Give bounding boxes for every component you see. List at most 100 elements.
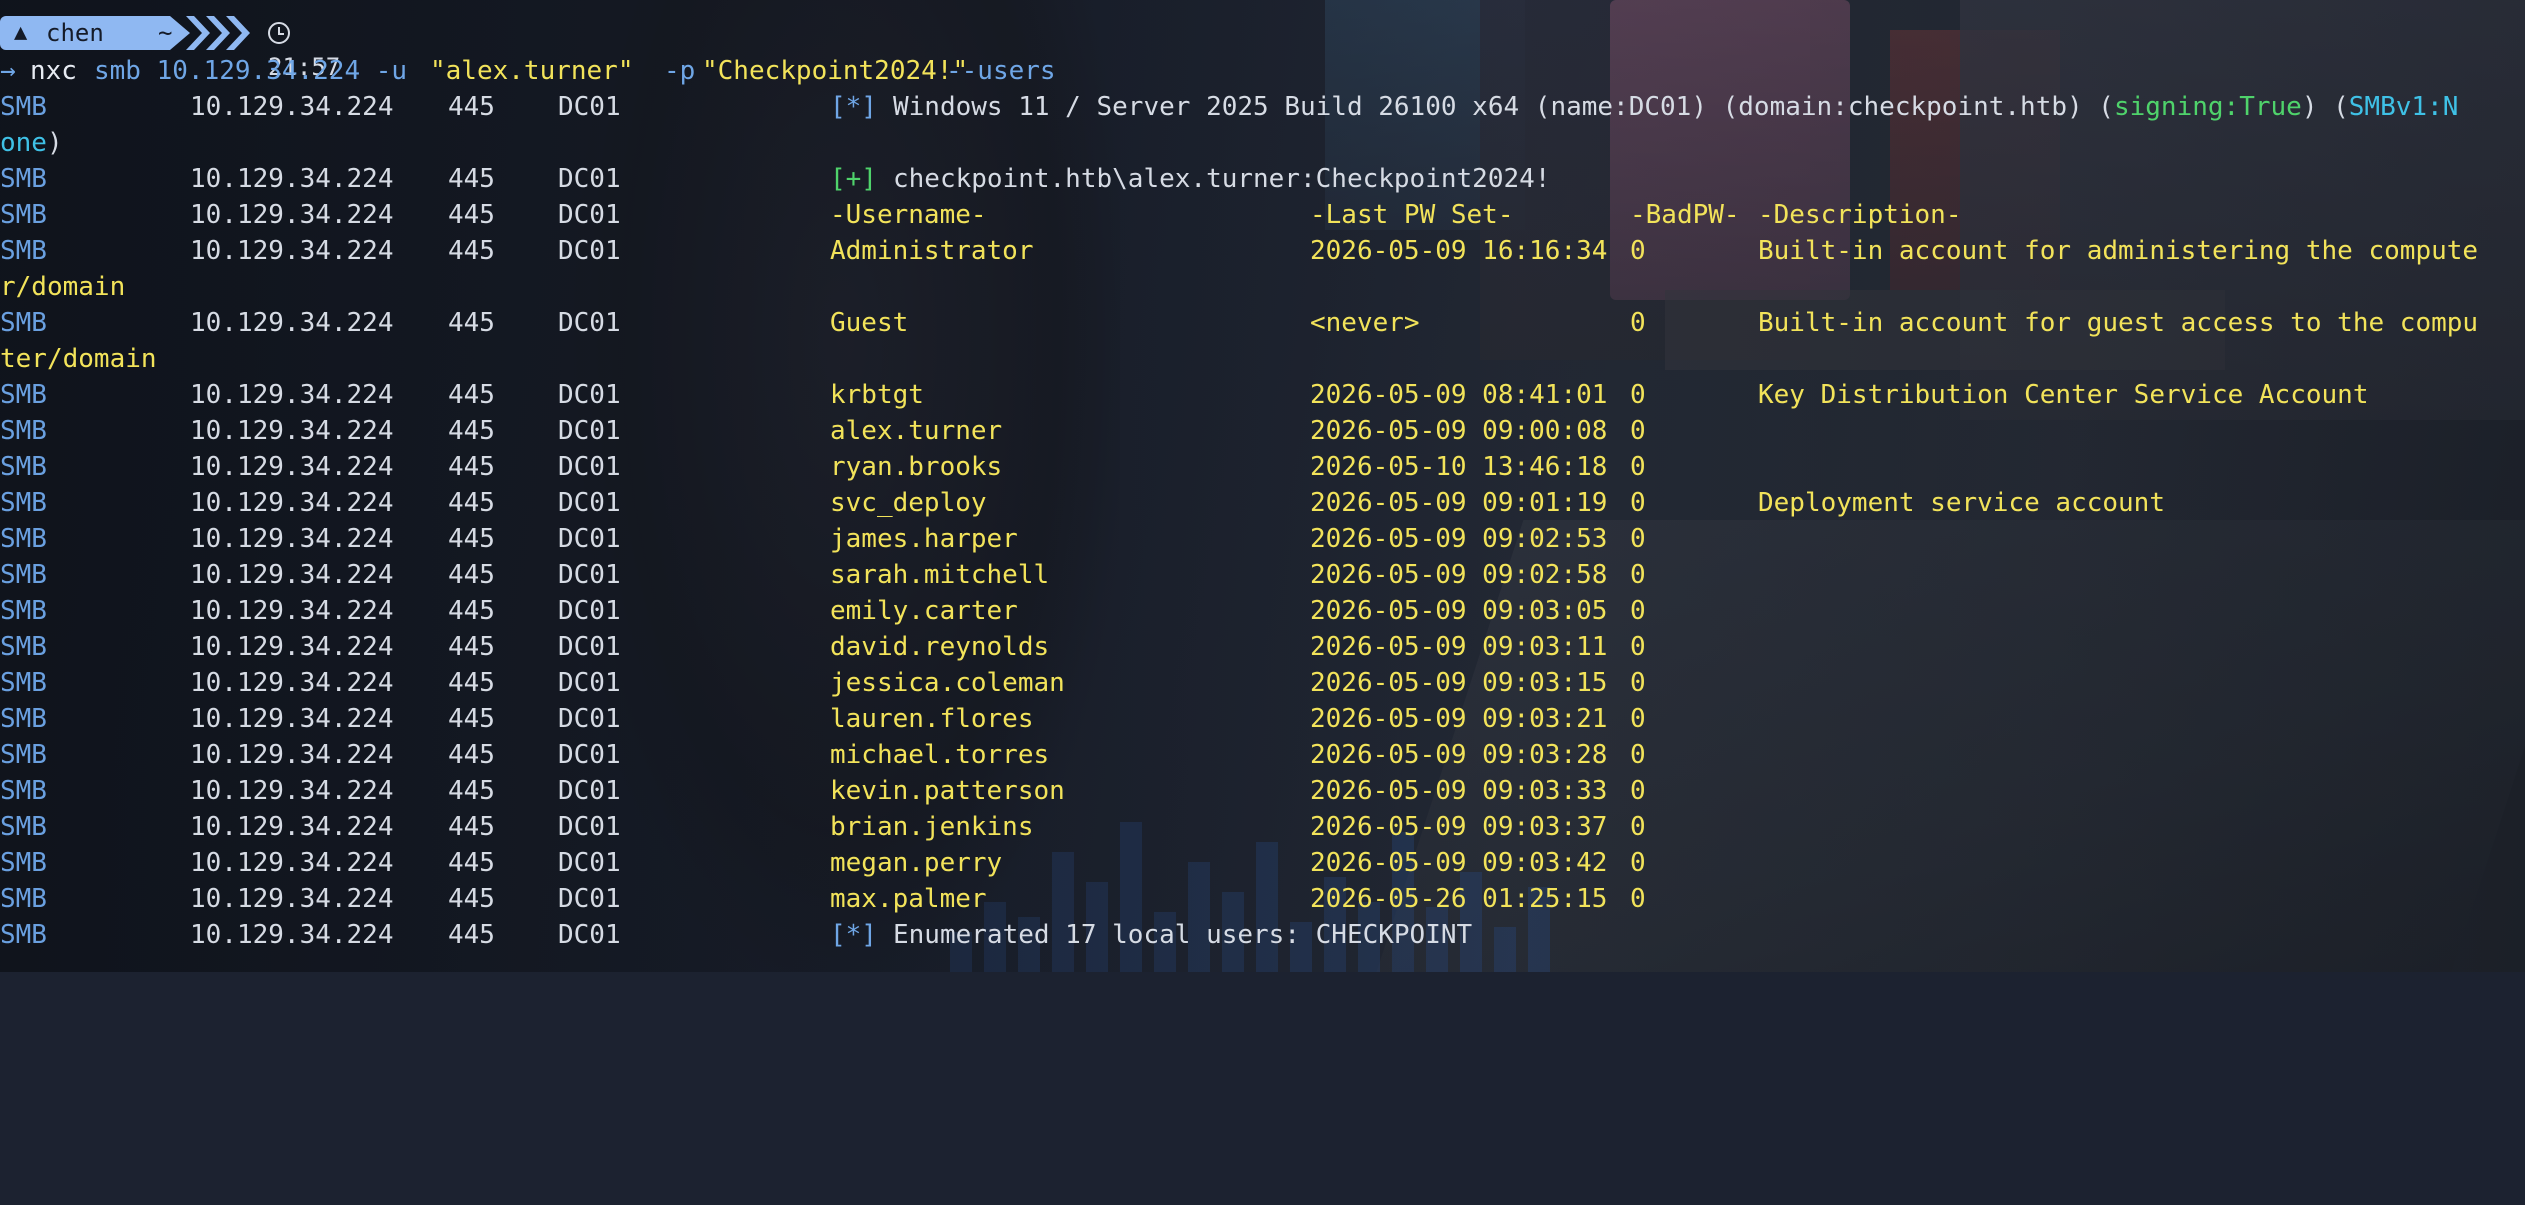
bad-pw-cell: 0 [1630,776,1646,806]
port-cell: 445 [448,308,495,338]
header-last-pw-set: -Last PW Set- [1310,200,1514,230]
bad-pw-cell: 0 [1630,596,1646,626]
output-info-line: SMB 10.129.34.224 445 DC01 [*] Windows 1… [0,89,2525,125]
arch-logo-icon: ▲ [14,20,28,45]
description-cell: Built-in account for administering the c… [1758,236,2479,266]
output-info-wrap: one ) [0,128,63,158]
host-cell: DC01 [558,884,621,914]
command-line[interactable]: → nxc smb 10.129.34.224 -u "alex.turner"… [0,53,1056,89]
host-cell: DC01 [558,524,621,554]
signing-status: signing:True [2113,92,2302,122]
port-cell: 445 [448,740,495,770]
proto-cell: SMB [0,632,47,662]
proto-cell: SMB [0,452,47,482]
bad-pw-cell: 0 [1630,416,1646,446]
last-pw-set-cell: 2026-05-09 09:03:42 [1310,848,1608,878]
port-cell: 445 [448,884,495,914]
proto-cell: SMB [0,884,47,914]
ip-cell: 10.129.34.224 [190,560,394,590]
description-wrap-cell: ter/domain [0,344,157,374]
host-cell: DC01 [558,560,621,590]
command-pass-flag: -p [664,56,696,86]
last-pw-set-cell: 2026-05-09 09:03:05 [1310,596,1608,626]
last-pw-set-cell: 2026-05-09 16:16:34 [1310,236,1608,266]
last-pw-set-cell: 2026-05-09 09:02:53 [1310,524,1608,554]
proto-cell: SMB [0,704,47,734]
port-cell: 445 [448,236,495,266]
port-cell: 445 [448,632,495,662]
port-cell: 445 [448,668,495,698]
username-cell: sarah.mitchell [830,560,1050,590]
last-pw-set-cell: 2026-05-09 09:03:33 [1310,776,1608,806]
last-pw-set-cell: 2026-05-09 09:03:28 [1310,740,1608,770]
bad-pw-cell: 0 [1630,452,1646,482]
username-cell: svc_deploy [830,488,987,518]
bad-pw-cell: 0 [1630,884,1646,914]
ip-cell: 10.129.34.224 [190,308,394,338]
username-cell: ryan.brooks [830,452,1003,482]
port-cell: 445 [448,848,495,878]
proto-cell: SMB [0,848,47,878]
ip-cell: 10.129.34.224 [190,668,394,698]
host-cell: DC01 [558,92,621,122]
username-cell: brian.jenkins [830,812,1034,842]
port-cell: 445 [448,812,495,842]
host-cell: DC01 [558,452,621,482]
last-pw-set-cell: 2026-05-09 09:01:19 [1310,488,1608,518]
command-pass-arg: "Checkpoint2024!" [702,56,969,86]
command-args: smb 10.129.34.224 -u [94,56,408,86]
users-table-header: SMB 10.129.34.224 445 DC01 -Username- -L… [0,197,1962,233]
host-cell: DC01 [558,416,621,446]
port-cell: 445 [448,596,495,626]
info-marker: [*] [830,92,877,122]
bad-pw-cell: 0 [1630,704,1646,734]
bad-pw-cell: 0 [1630,632,1646,662]
bad-pw-cell: 0 [1630,380,1646,410]
description-wrap-cell: r/domain [0,272,126,302]
command-user-arg: "alex.turner" [430,56,634,86]
auth-text: checkpoint.htb\alex.turner:Checkpoint202… [893,164,1551,194]
ip-cell: 10.129.34.224 [190,740,394,770]
output-auth-line: SMB 10.129.34.224 445 DC01 [+] checkpoin… [0,161,1550,197]
proto-cell: SMB [0,236,47,266]
prompt-user: chen [46,19,104,47]
description-cell: Key Distribution Center Service Account [1758,380,2369,410]
command-users-flag: --users [946,56,1056,86]
smbv1-status: SMBv1:N [2348,92,2459,122]
bad-pw-cell: 0 [1630,668,1646,698]
terminal-window[interactable]: ▲ chen ~ 21:57 → nxc smb 10.129.34.224 -… [0,0,2525,972]
host-cell: DC01 [558,776,621,806]
ip-cell: 10.129.34.224 [190,380,394,410]
username-cell: Administrator [830,236,1034,266]
last-pw-set-cell: 2026-05-09 09:03:15 [1310,668,1608,698]
info-text: Windows 11 / Server 2025 Build 26100 x64… [893,92,2459,122]
proto-cell: SMB [0,740,47,770]
proto-cell: SMB [0,668,47,698]
username-cell: james.harper [830,524,1018,554]
proto-cell: SMB [0,416,47,446]
bad-pw-cell: 0 [1630,560,1646,590]
ip-cell: 10.129.34.224 [190,236,394,266]
proto-cell: SMB [0,488,47,518]
host-cell: DC01 [558,704,621,734]
ip-cell: 10.129.34.224 [190,704,394,734]
host-cell: DC01 [558,236,621,266]
clock-icon [268,22,290,44]
ip-cell: 10.129.34.224 [190,596,394,626]
prompt-directory: ~ [158,19,173,47]
port-cell: 445 [448,524,495,554]
host-cell: DC01 [558,848,621,878]
last-pw-set-cell: 2026-05-09 09:02:58 [1310,560,1608,590]
summary-marker: [*] [830,920,877,950]
ip-cell: 10.129.34.224 [190,848,394,878]
last-pw-set-cell: 2026-05-10 13:46:18 [1310,452,1608,482]
proto-cell: SMB [0,776,47,806]
bad-pw-cell: 0 [1630,848,1646,878]
last-pw-set-cell: 2026-05-09 09:03:21 [1310,704,1608,734]
port-cell: 445 [448,416,495,446]
host-cell: DC01 [558,380,621,410]
last-pw-set-cell: 2026-05-09 09:03:11 [1310,632,1608,662]
username-cell: michael.torres [830,740,1050,770]
port-cell: 445 [448,488,495,518]
username-cell: krbtgt [830,380,924,410]
